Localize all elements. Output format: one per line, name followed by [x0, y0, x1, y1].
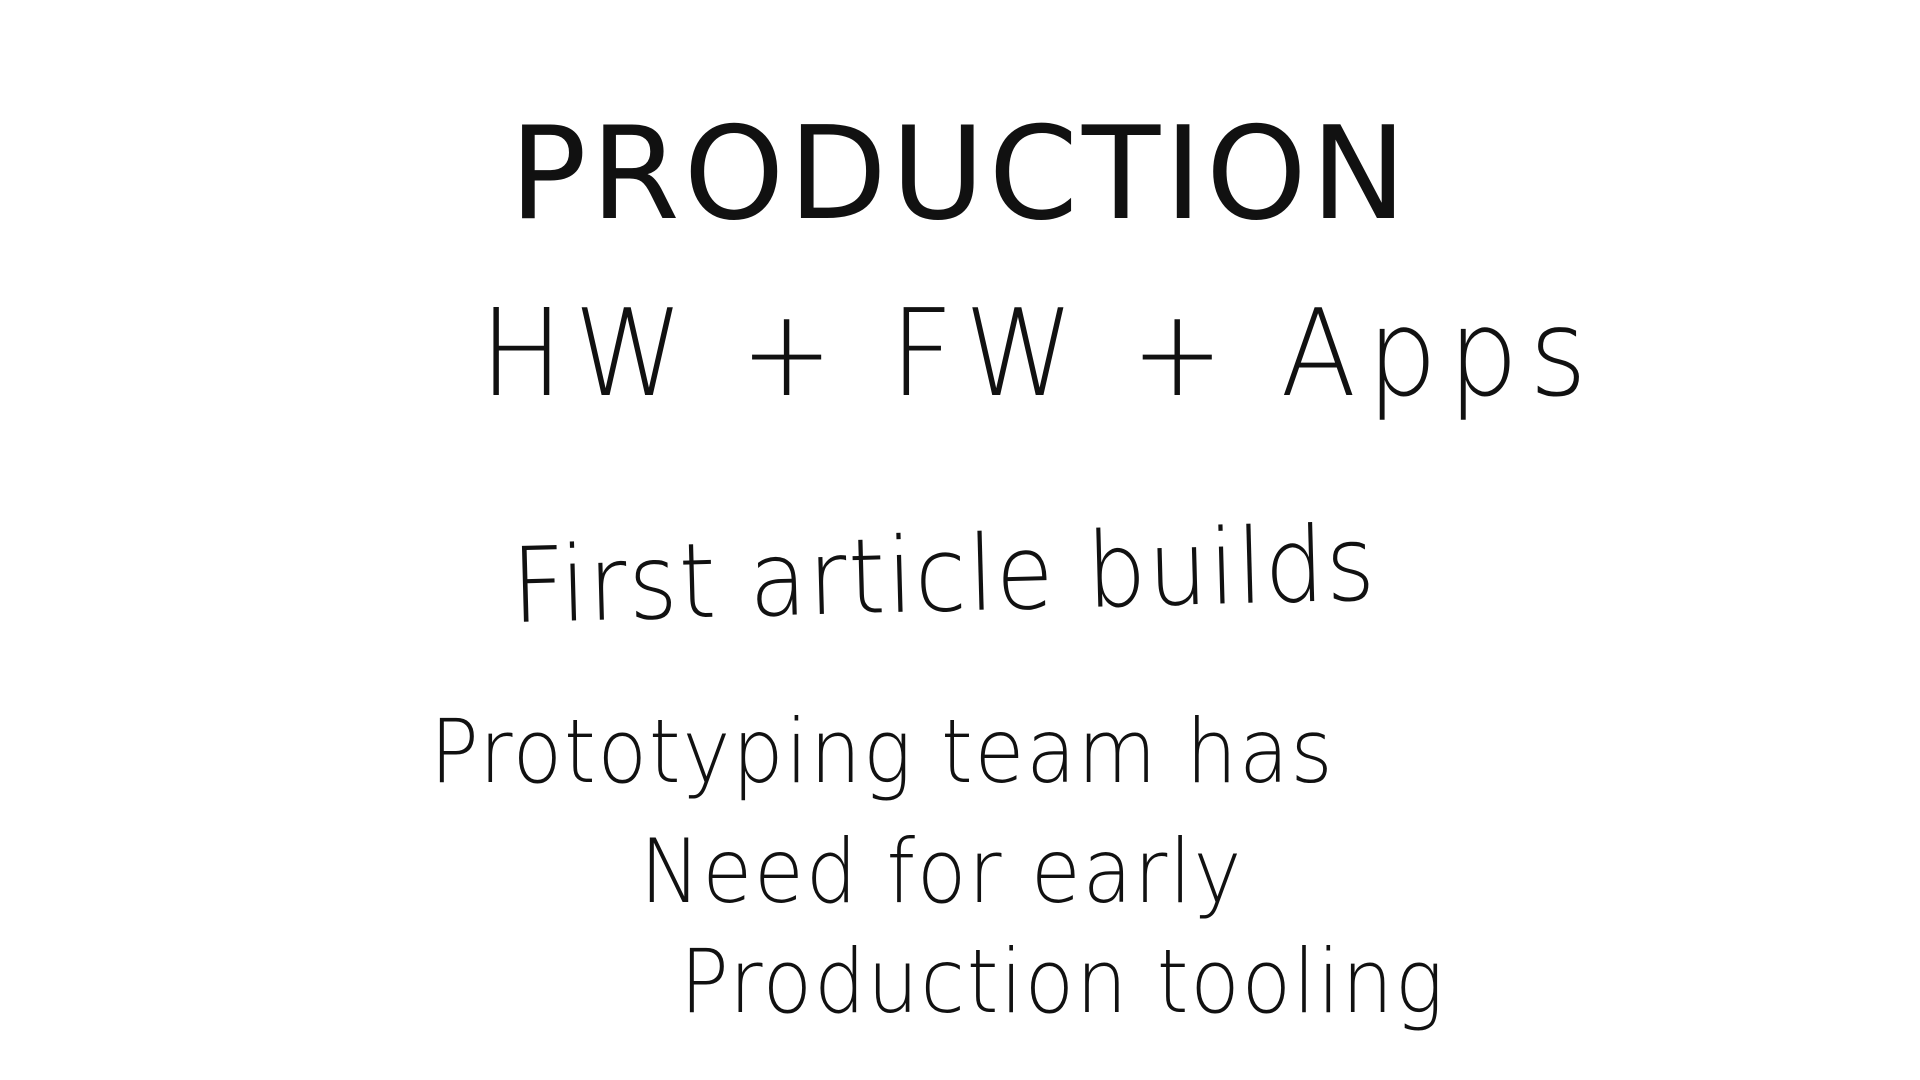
handwritten-line-need-early: Need for early — [640, 820, 1244, 923]
slide: PRODUCTION HW + FW + Apps First article … — [0, 0, 1920, 1080]
slide-title: PRODUCTION — [509, 100, 1411, 249]
handwritten-line-production-tooling: Production tooling — [680, 930, 1446, 1033]
handwritten-line-hw-fw-apps: HW + FW + Apps — [480, 285, 1598, 424]
handwritten-line-prototyping-team: Prototyping team has — [430, 700, 1335, 803]
handwritten-line-first-article: First article builds — [510, 502, 1378, 647]
